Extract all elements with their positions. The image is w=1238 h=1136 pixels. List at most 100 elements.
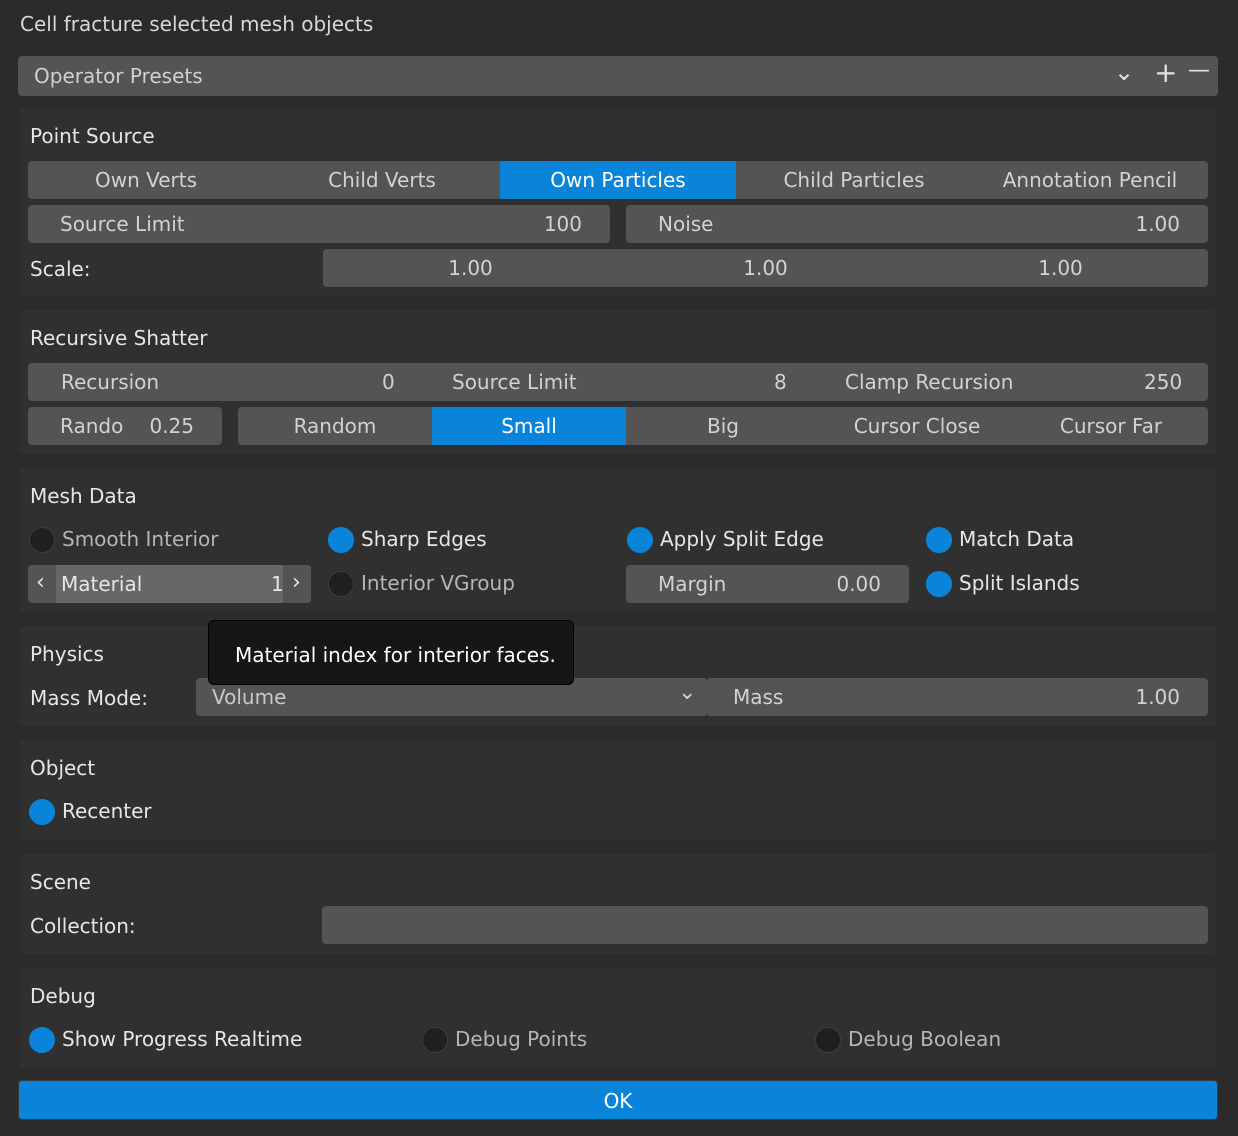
checkbox-on-icon (328, 527, 354, 553)
checkbox-on-icon (29, 799, 55, 825)
interior-vgroup-checkbox[interactable]: Interior VGroup (328, 569, 588, 599)
point-source-heading: Point Source (30, 124, 155, 148)
sharp-edges-label: Sharp Edges (361, 527, 487, 551)
scene-heading: Scene (30, 870, 91, 894)
split-islands-checkbox[interactable]: Split Islands (926, 569, 1186, 599)
smooth-interior-checkbox[interactable]: Smooth Interior (29, 525, 289, 555)
clamp-recursion-value[interactable]: 250 (1144, 370, 1182, 394)
mode-annotation-pencil[interactable]: Annotation Pencil (972, 161, 1208, 199)
debug-panel: Debug Show Progress Realtime Debug Point… (20, 968, 1216, 1068)
mass-mode-value: Volume (212, 685, 287, 709)
recursion-source-selector: Random Small Big Cursor Close Cursor Far (238, 407, 1208, 445)
mass-value: 1.00 (1135, 685, 1180, 709)
object-heading: Object (30, 756, 96, 780)
checkbox-on-icon (926, 527, 952, 553)
show-progress-realtime-checkbox[interactable]: Show Progress Realtime (29, 1025, 329, 1055)
scale-z-field[interactable]: 1.00 (913, 249, 1208, 287)
material-tooltip: Material index for interior faces. (208, 620, 574, 685)
mass-label: Mass (733, 685, 784, 709)
point-source-mode-selector: Own Verts Child Verts Own Particles Chil… (28, 161, 1208, 199)
checkbox-off-icon (422, 1027, 448, 1053)
object-panel: Object Recenter (20, 740, 1216, 840)
smooth-interior-label: Smooth Interior (62, 527, 219, 551)
scale-label: Scale: (30, 257, 91, 281)
show-progress-realtime-label: Show Progress Realtime (62, 1027, 303, 1051)
recursive-source-limit-value[interactable]: 8 (774, 370, 787, 394)
recursive-shatter-panel: Recursive Shatter Recursion 0 Source Lim… (20, 310, 1216, 454)
operator-presets-dropdown[interactable]: Operator Presets ⌄ + — (18, 56, 1218, 96)
dialog-title: Cell fracture selected mesh objects (20, 12, 374, 36)
checkbox-on-icon (926, 571, 952, 597)
recursion-value[interactable]: 0 (382, 370, 395, 394)
margin-field[interactable]: Margin 0.00 (626, 565, 909, 603)
checkbox-on-icon (627, 527, 653, 553)
rando-field[interactable]: Rando 0.25 (28, 407, 222, 445)
mode-own-particles[interactable]: Own Particles (500, 161, 736, 199)
checkbox-on-icon (29, 1027, 55, 1053)
debug-points-checkbox[interactable]: Debug Points (422, 1025, 682, 1055)
interior-vgroup-label: Interior VGroup (361, 571, 515, 595)
mesh-data-panel: Mesh Data Smooth Interior Sharp Edges Ap… (20, 468, 1216, 612)
mode-child-verts[interactable]: Child Verts (264, 161, 500, 199)
debug-heading: Debug (30, 984, 96, 1008)
material-label: Material (61, 572, 143, 596)
debug-boolean-label: Debug Boolean (848, 1027, 1002, 1051)
recursion-row: Recursion 0 Source Limit 8 Clamp Recursi… (28, 363, 1208, 401)
remove-preset-icon[interactable]: — (1188, 58, 1210, 83)
scene-panel: Scene Collection: (20, 854, 1216, 954)
tooltip-text: Material index for interior faces. (235, 643, 556, 667)
scale-vector: 1.00 1.00 1.00 (323, 249, 1208, 287)
rando-value: 0.25 (149, 414, 194, 438)
apply-split-edge-checkbox[interactable]: Apply Split Edge (627, 525, 887, 555)
material-value: 1 (271, 572, 284, 596)
sharp-edges-checkbox[interactable]: Sharp Edges (328, 525, 588, 555)
mode-own-verts[interactable]: Own Verts (28, 161, 264, 199)
collection-field[interactable] (322, 906, 1208, 944)
recenter-label: Recenter (62, 799, 152, 823)
noise-value: 1.00 (1135, 212, 1180, 236)
mesh-data-heading: Mesh Data (30, 484, 137, 508)
scale-y-field[interactable]: 1.00 (618, 249, 913, 287)
material-stepper[interactable]: ‹ Material 1 › (28, 565, 311, 603)
margin-label: Margin (658, 572, 727, 596)
debug-boolean-checkbox[interactable]: Debug Boolean (815, 1025, 1075, 1055)
mass-field[interactable]: Mass 1.00 (708, 678, 1208, 716)
chevron-right-icon[interactable]: › (292, 570, 301, 595)
physics-panel: Physics Mass Mode: Volume ⌄ Mass 1.00 (20, 626, 1216, 726)
option-random[interactable]: Random (238, 407, 432, 445)
option-cursor-close[interactable]: Cursor Close (820, 407, 1014, 445)
noise-field[interactable]: Noise 1.00 (626, 205, 1208, 243)
recursion-label[interactable]: Recursion (61, 370, 159, 394)
clamp-recursion-label[interactable]: Clamp Recursion (845, 370, 1013, 394)
match-data-label: Match Data (959, 527, 1075, 551)
debug-points-label: Debug Points (455, 1027, 588, 1051)
physics-heading: Physics (30, 642, 104, 666)
checkbox-off-icon (29, 527, 55, 553)
recursive-source-limit-label[interactable]: Source Limit (452, 370, 577, 394)
point-source-panel: Point Source Own Verts Child Verts Own P… (20, 108, 1216, 296)
checkbox-off-icon (815, 1027, 841, 1053)
mode-child-particles[interactable]: Child Particles (736, 161, 972, 199)
add-preset-icon[interactable]: + (1154, 56, 1177, 89)
source-limit-field[interactable]: Source Limit 100 (28, 205, 610, 243)
margin-value: 0.00 (836, 572, 881, 596)
source-limit-value: 100 (543, 212, 582, 236)
scale-x-field[interactable]: 1.00 (323, 249, 618, 287)
chevron-down-icon[interactable]: ⌄ (1114, 58, 1134, 86)
option-cursor-far[interactable]: Cursor Far (1014, 407, 1208, 445)
ok-button[interactable]: OK (18, 1080, 1218, 1120)
split-islands-label: Split Islands (959, 571, 1080, 595)
match-data-checkbox[interactable]: Match Data (926, 525, 1186, 555)
apply-split-edge-label: Apply Split Edge (660, 527, 824, 551)
mass-mode-label: Mass Mode: (30, 686, 148, 710)
option-small[interactable]: Small (432, 407, 626, 445)
rando-label: Rando (60, 414, 124, 438)
option-big[interactable]: Big (626, 407, 820, 445)
noise-label: Noise (658, 212, 714, 236)
ok-button-label: OK (603, 1089, 633, 1113)
chevron-left-icon[interactable]: ‹ (36, 570, 45, 595)
chevron-down-icon: ⌄ (678, 680, 697, 705)
recenter-checkbox[interactable]: Recenter (29, 797, 289, 827)
collection-label: Collection: (30, 914, 136, 938)
recursive-shatter-heading: Recursive Shatter (30, 326, 208, 350)
